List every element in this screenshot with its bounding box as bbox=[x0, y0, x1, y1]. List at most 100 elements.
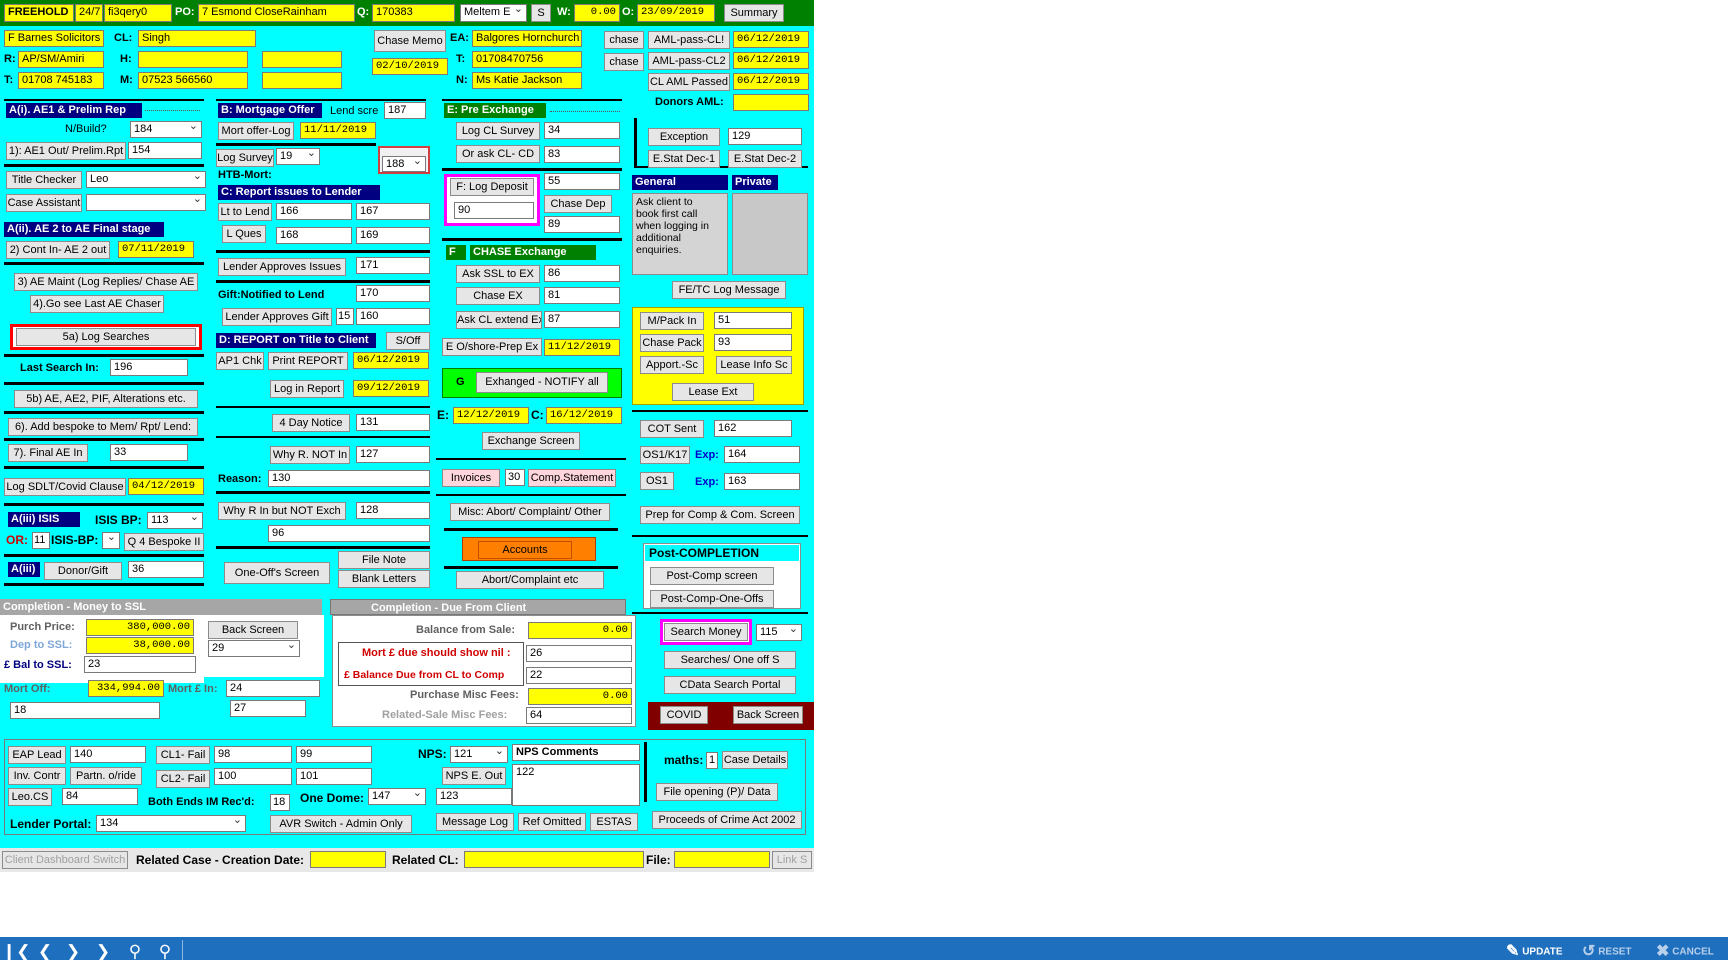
nps-select[interactable]: 121 bbox=[450, 746, 508, 763]
property-address-field[interactable]: 7 Esmond CloseRainham bbox=[198, 4, 355, 22]
chase-aml1-button[interactable]: chase bbox=[604, 31, 644, 49]
cont-in-date-field[interactable]: 07/11/2019 bbox=[118, 241, 194, 258]
first-record-icon[interactable]: ❙❮ bbox=[2, 940, 31, 960]
agent-phone-field[interactable]: 01708470756 bbox=[472, 51, 582, 68]
balance-sale-field[interactable]: 0.00 bbox=[528, 622, 632, 639]
search-icon[interactable]: ⚲ bbox=[122, 940, 148, 960]
advanced-search-icon[interactable]: ⚲ bbox=[152, 940, 178, 960]
sdlt-date-field[interactable]: 04/12/2019 bbox=[128, 478, 204, 495]
lt-to-lend-button[interactable]: Lt to Lend bbox=[218, 203, 272, 221]
exchanged-notify-button[interactable]: Exhanged - NOTIFY all bbox=[476, 372, 608, 393]
stat-dec2-button[interactable]: E.Stat Dec-2 bbox=[728, 150, 802, 168]
lender-approves-gift-button[interactable]: Lender Approves Gift bbox=[222, 308, 332, 326]
cdata-search-portal-button[interactable]: CData Search Portal bbox=[664, 676, 796, 694]
comp-statement-button[interactable]: Comp.Statement bbox=[528, 469, 616, 487]
cont-in-ae2-button[interactable]: 2) Cont In- AE 2 out bbox=[6, 241, 110, 259]
mort-offer-date-field[interactable]: 11/11/2019 bbox=[300, 122, 376, 139]
l-ques-field-1[interactable]: 168 bbox=[276, 227, 352, 244]
link-s-button[interactable]: Link S bbox=[772, 851, 812, 869]
s-off-button[interactable]: S/Off bbox=[386, 332, 430, 350]
mobile-field[interactable]: 07523 566560 bbox=[138, 72, 248, 89]
final-ae-field[interactable]: 33 bbox=[110, 444, 188, 461]
isis-bp2-select[interactable] bbox=[102, 532, 120, 549]
message-log-button[interactable]: Message Log bbox=[436, 813, 514, 831]
related-misc-field[interactable]: 64 bbox=[526, 707, 632, 724]
w-value-field[interactable]: 0.00 bbox=[574, 4, 620, 22]
case-assistant-select[interactable] bbox=[86, 194, 206, 211]
donor-gift-field[interactable]: 36 bbox=[128, 561, 204, 578]
related-case-date-field[interactable] bbox=[310, 851, 386, 868]
value-27-field[interactable]: 27 bbox=[230, 700, 306, 717]
ask-cl-extend-button[interactable]: Ask CL extend Ex bbox=[456, 311, 542, 329]
exception-field[interactable]: 129 bbox=[728, 128, 802, 145]
private-notes-box[interactable] bbox=[732, 193, 808, 275]
last-record-icon[interactable]: ❯❙ bbox=[90, 940, 116, 960]
chase-pack-field[interactable]: 93 bbox=[714, 334, 792, 351]
invoices-field[interactable]: 30 bbox=[505, 469, 525, 486]
both-ends-field[interactable]: 18 bbox=[270, 794, 290, 811]
or-ask-cl-cd-field[interactable]: 83 bbox=[544, 146, 620, 163]
completion-back-select[interactable]: 29 bbox=[208, 640, 300, 657]
s-button[interactable]: S bbox=[531, 4, 551, 22]
ae-maint-button[interactable]: 3) AE Maint (Log Replies/ Chase AE bbox=[14, 273, 198, 291]
post-comp-screen-button[interactable]: Post-Comp screen bbox=[650, 567, 774, 585]
lender-approves-issues-button[interactable]: Lender Approves Issues bbox=[218, 258, 346, 276]
home-phone-field[interactable] bbox=[138, 51, 248, 68]
log-searches-button[interactable]: 5a) Log Searches bbox=[16, 328, 196, 346]
aml3-date-field[interactable]: 06/12/2019 bbox=[733, 73, 809, 90]
why-in-not-exch-button[interactable]: Why R In but NOT Exch bbox=[218, 502, 346, 520]
log-cl-survey-field[interactable]: 34 bbox=[544, 122, 620, 139]
quote-field[interactable]: 170383 bbox=[372, 4, 455, 22]
log-survey-select[interactable]: 19 bbox=[276, 148, 320, 165]
client-name-field[interactable]: Singh bbox=[138, 30, 256, 47]
fee-earner-select[interactable]: Meltem E bbox=[460, 4, 527, 22]
solicitor-field[interactable]: F Barnes Solicitors bbox=[4, 30, 104, 47]
htb-select[interactable]: 188 bbox=[382, 156, 426, 172]
stat-dec1-button[interactable]: E.Stat Dec-1 bbox=[648, 150, 720, 168]
telephone-field[interactable]: 01708 745183 bbox=[18, 72, 104, 89]
chase-pack-button[interactable]: Chase Pack bbox=[640, 334, 704, 352]
apport-sc-button[interactable]: Apport.-Sc bbox=[640, 356, 704, 374]
back-screen-button[interactable]: Back Screen bbox=[733, 706, 803, 724]
exchange-date-field[interactable]: 12/12/2019 bbox=[453, 407, 529, 424]
l-ques-field-2[interactable]: 169 bbox=[356, 227, 430, 244]
go-see-ae-chaser-button[interactable]: 4).Go see Last AE Chaser bbox=[30, 295, 164, 313]
chase-aml2-button[interactable]: chase bbox=[604, 53, 644, 71]
reason-field[interactable]: 130 bbox=[268, 470, 430, 487]
prep-for-comp-button[interactable]: Prep for Comp & Com. Screen bbox=[640, 506, 800, 524]
next-record-icon[interactable]: ❯ bbox=[60, 940, 86, 960]
cot-sent-button[interactable]: COT Sent bbox=[640, 420, 704, 438]
why-not-in-field[interactable]: 127 bbox=[356, 446, 430, 463]
add-bespoke-button[interactable]: 6). Add bespoke to Mem/ Rpt/ Lend: bbox=[8, 418, 198, 436]
chase-ex-button[interactable]: Chase EX bbox=[456, 287, 540, 305]
partn-override-button[interactable]: Partn. o/ride bbox=[70, 767, 142, 785]
chase-ex-field[interactable]: 81 bbox=[544, 287, 620, 304]
estate-agent-field[interactable]: Balgores Hornchurch bbox=[472, 30, 582, 47]
why-in-not-exch-field[interactable]: 128 bbox=[356, 502, 430, 519]
purch-misc-field[interactable]: 0.00 bbox=[528, 688, 632, 705]
file-note-button[interactable]: File Note bbox=[338, 551, 430, 569]
title-checker-button[interactable]: Title Checker bbox=[6, 171, 82, 189]
completion-date-field[interactable]: 16/12/2019 bbox=[546, 407, 622, 424]
related-cl-field[interactable] bbox=[464, 851, 644, 868]
nps-comments-field[interactable]: 122 bbox=[512, 764, 640, 806]
post-comp-one-offs-button[interactable]: Post-Comp-One-Offs bbox=[650, 590, 774, 608]
misc-abort-button[interactable]: Misc: Abort/ Complaint/ Other bbox=[450, 503, 610, 521]
searches-one-off-button[interactable]: Searches/ One off S bbox=[664, 651, 796, 669]
aml2-date-field[interactable]: 06/12/2019 bbox=[733, 52, 809, 69]
value-18-field[interactable]: 18 bbox=[10, 702, 160, 719]
ref-omitted-button[interactable]: Ref Omitted bbox=[518, 813, 586, 831]
os1-k17-button[interactable]: OS1/K17 bbox=[640, 446, 690, 464]
lag-field-2[interactable]: 160 bbox=[356, 308, 430, 325]
tenure-field[interactable]: FREEHOLD bbox=[4, 4, 74, 22]
aml-pass-cl2-button[interactable]: AML-pass-CL2 bbox=[648, 52, 730, 70]
title-checker-select[interactable]: Leo bbox=[86, 171, 206, 188]
mort-off-field[interactable]: 334,994.00 bbox=[88, 680, 164, 697]
one-dome-select[interactable]: 147 bbox=[368, 788, 426, 805]
log-deposit-button[interactable]: F: Log Deposit bbox=[450, 178, 534, 196]
maths-field[interactable]: 1 bbox=[706, 752, 718, 769]
ae1-value-field[interactable]: 154 bbox=[128, 142, 202, 159]
lend-score-field[interactable]: 187 bbox=[384, 102, 426, 119]
four-day-notice-field[interactable]: 131 bbox=[356, 414, 430, 431]
mort-offer-log-button[interactable]: Mort offer-Log bbox=[218, 122, 294, 140]
